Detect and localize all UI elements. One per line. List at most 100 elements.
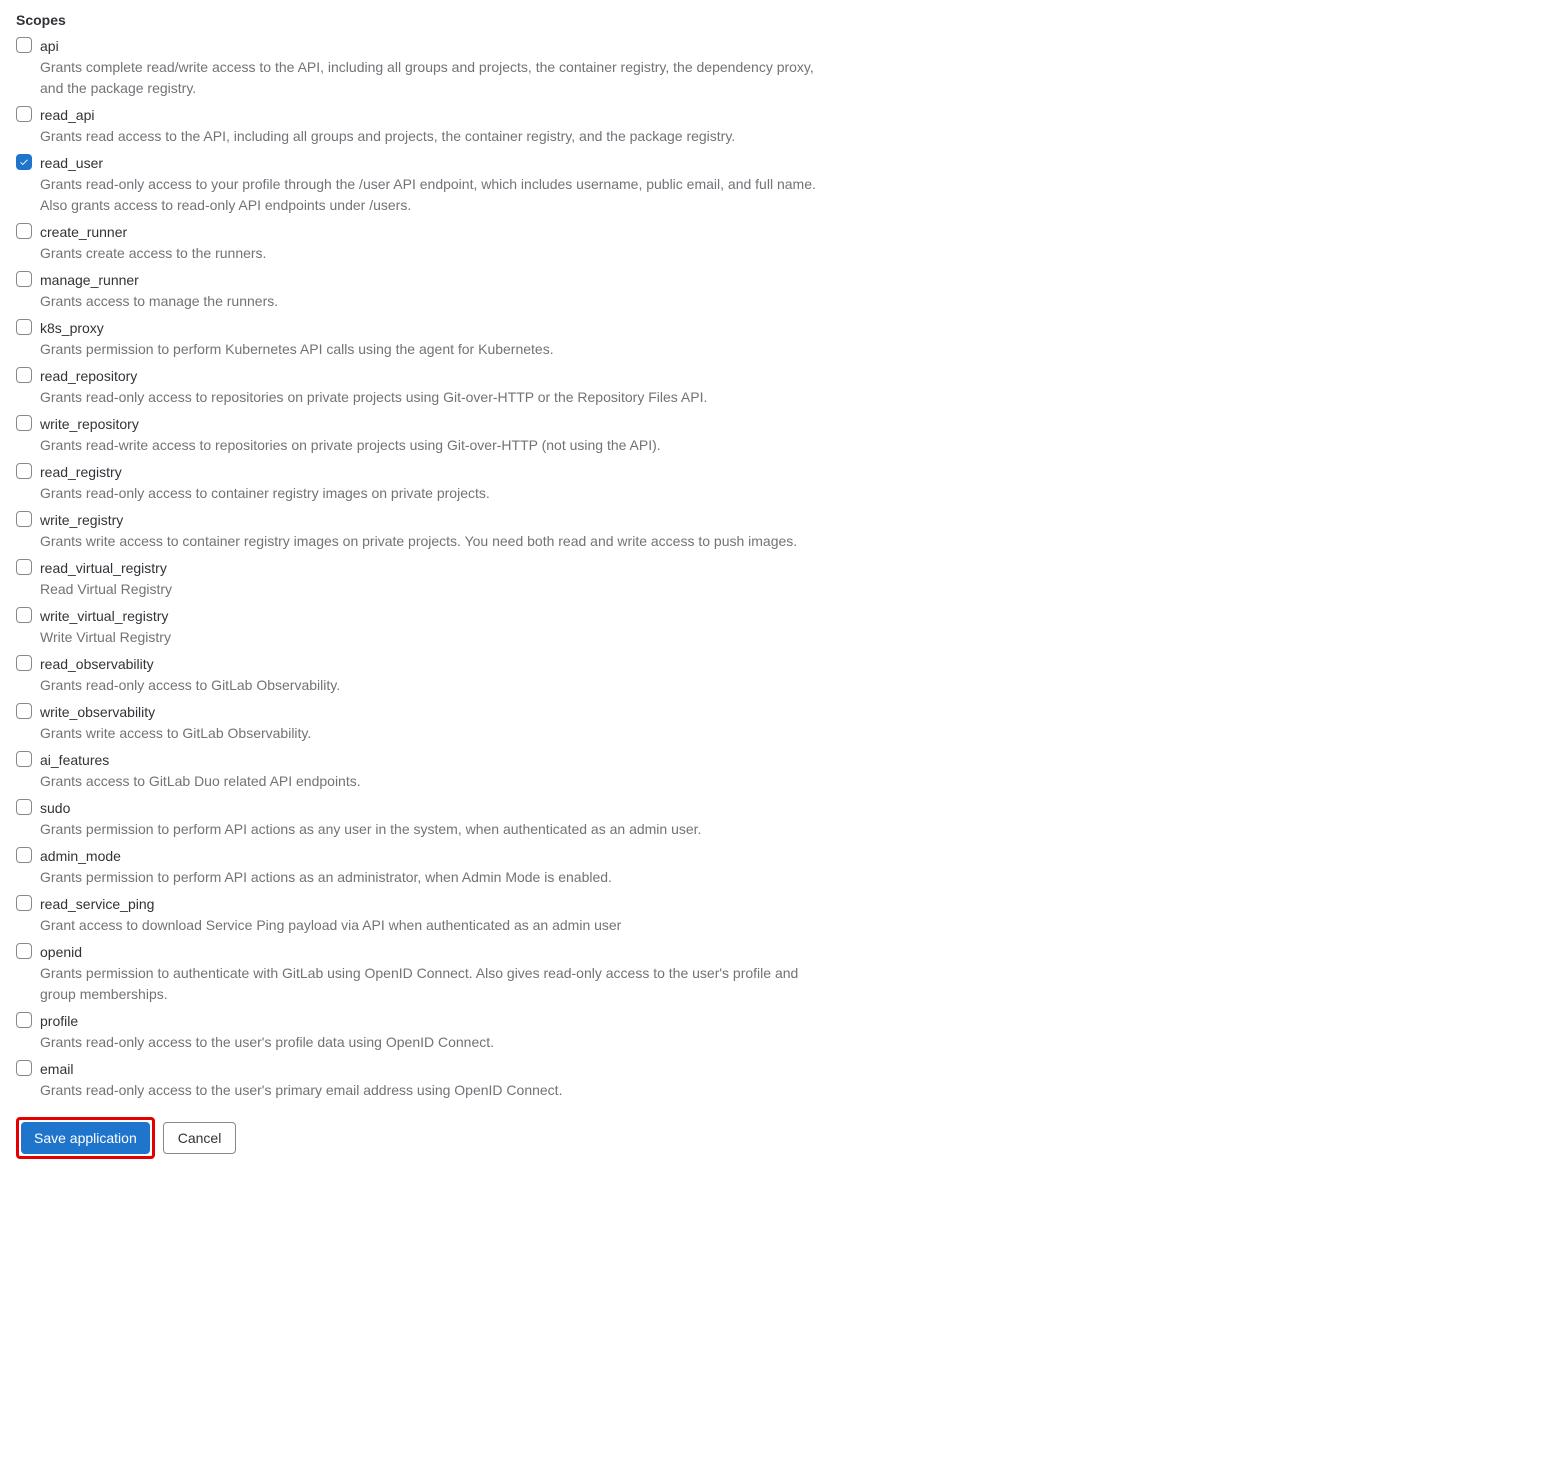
scope-checkbox-k8s_proxy[interactable] <box>16 319 32 335</box>
scope-description: Grants create access to the runners. <box>40 243 836 264</box>
scope-checkbox-write_virtual_registry[interactable] <box>16 607 32 623</box>
scope-name-label[interactable]: manage_runner <box>40 270 836 291</box>
scope-text: read_service_pingGrant access to downloa… <box>40 894 836 936</box>
scope-text: k8s_proxyGrants permission to perform Ku… <box>40 318 836 360</box>
scope-checkbox-ai_features[interactable] <box>16 751 32 767</box>
scope-checkbox-read_registry[interactable] <box>16 463 32 479</box>
scope-item-write_registry: write_registryGrants write access to con… <box>16 510 836 552</box>
scope-item-email: emailGrants read-only access to the user… <box>16 1059 836 1101</box>
cancel-button[interactable]: Cancel <box>163 1122 237 1154</box>
scope-text: write_virtual_registryWrite Virtual Regi… <box>40 606 836 648</box>
scope-checkbox-profile[interactable] <box>16 1012 32 1028</box>
checkbox-wrap <box>16 750 32 770</box>
scope-name-label[interactable]: admin_mode <box>40 846 836 867</box>
scope-name-label[interactable]: sudo <box>40 798 836 819</box>
scope-checkbox-create_runner[interactable] <box>16 223 32 239</box>
checkbox-wrap <box>16 798 32 818</box>
checkbox-wrap <box>16 462 32 482</box>
scope-text: create_runnerGrants create access to the… <box>40 222 836 264</box>
scope-name-label[interactable]: read_user <box>40 153 836 174</box>
scope-item-read_observability: read_observabilityGrants read-only acces… <box>16 654 836 696</box>
scope-description: Grants read-only access to GitLab Observ… <box>40 675 836 696</box>
scope-item-ai_features: ai_featuresGrants access to GitLab Duo r… <box>16 750 836 792</box>
scope-checkbox-write_registry[interactable] <box>16 511 32 527</box>
scope-name-label[interactable]: ai_features <box>40 750 836 771</box>
scopes-list: apiGrants complete read/write access to … <box>16 36 836 1101</box>
scope-description: Grants permission to perform API actions… <box>40 867 836 888</box>
checkbox-wrap <box>16 105 32 125</box>
scope-name-label[interactable]: openid <box>40 942 836 963</box>
scope-checkbox-openid[interactable] <box>16 943 32 959</box>
checkbox-wrap <box>16 153 32 170</box>
scope-item-read_service_ping: read_service_pingGrant access to downloa… <box>16 894 836 936</box>
scope-item-admin_mode: admin_modeGrants permission to perform A… <box>16 846 836 888</box>
scope-item-manage_runner: manage_runnerGrants access to manage the… <box>16 270 836 312</box>
scope-name-label[interactable]: api <box>40 36 836 57</box>
scope-checkbox-email[interactable] <box>16 1060 32 1076</box>
scope-description: Grants access to GitLab Duo related API … <box>40 771 836 792</box>
scope-item-openid: openidGrants permission to authenticate … <box>16 942 836 1005</box>
checkbox-wrap <box>16 702 32 722</box>
checkbox-wrap <box>16 318 32 338</box>
scope-checkbox-admin_mode[interactable] <box>16 847 32 863</box>
scope-checkbox-read_repository[interactable] <box>16 367 32 383</box>
scope-checkbox-read_virtual_registry[interactable] <box>16 559 32 575</box>
scope-text: emailGrants read-only access to the user… <box>40 1059 836 1101</box>
scope-text: manage_runnerGrants access to manage the… <box>40 270 836 312</box>
scope-text: read_registryGrants read-only access to … <box>40 462 836 504</box>
scope-item-write_virtual_registry: write_virtual_registryWrite Virtual Regi… <box>16 606 836 648</box>
checkbox-wrap <box>16 1059 32 1079</box>
scope-checkbox-read_service_ping[interactable] <box>16 895 32 911</box>
scope-item-read_virtual_registry: read_virtual_registryRead Virtual Regist… <box>16 558 836 600</box>
scope-name-label[interactable]: k8s_proxy <box>40 318 836 339</box>
scope-checkbox-sudo[interactable] <box>16 799 32 815</box>
scope-checkbox-write_observability[interactable] <box>16 703 32 719</box>
scope-text: write_observabilityGrants write access t… <box>40 702 836 744</box>
scope-name-label[interactable]: read_observability <box>40 654 836 675</box>
scope-text: write_repositoryGrants read-write access… <box>40 414 836 456</box>
scope-name-label[interactable]: read_virtual_registry <box>40 558 836 579</box>
scope-text: read_repositoryGrants read-only access t… <box>40 366 836 408</box>
checkbox-wrap <box>16 36 32 56</box>
scope-checkbox-read_observability[interactable] <box>16 655 32 671</box>
scope-name-label[interactable]: write_repository <box>40 414 836 435</box>
scope-description: Grants complete read/write access to the… <box>40 57 836 99</box>
scope-checkbox-api[interactable] <box>16 37 32 53</box>
scope-text: read_apiGrants read access to the API, i… <box>40 105 836 147</box>
checkbox-wrap <box>16 558 32 578</box>
scope-item-k8s_proxy: k8s_proxyGrants permission to perform Ku… <box>16 318 836 360</box>
scope-name-label[interactable]: create_runner <box>40 222 836 243</box>
scope-name-label[interactable]: write_registry <box>40 510 836 531</box>
scope-description: Grants read-only access to repositories … <box>40 387 836 408</box>
scope-name-label[interactable]: write_virtual_registry <box>40 606 836 627</box>
scope-text: read_userGrants read-only access to your… <box>40 153 836 216</box>
scope-name-label[interactable]: read_service_ping <box>40 894 836 915</box>
save-application-button[interactable]: Save application <box>21 1122 150 1154</box>
scope-checkbox-read_user[interactable] <box>16 154 32 170</box>
scope-checkbox-write_repository[interactable] <box>16 415 32 431</box>
scope-description: Grants write access to GitLab Observabil… <box>40 723 836 744</box>
scope-name-label[interactable]: write_observability <box>40 702 836 723</box>
scope-text: read_virtual_registryRead Virtual Regist… <box>40 558 836 600</box>
scopes-heading: Scopes <box>16 12 836 28</box>
scope-text: apiGrants complete read/write access to … <box>40 36 836 99</box>
checkbox-wrap <box>16 654 32 674</box>
check-icon <box>19 157 29 167</box>
scope-checkbox-read_api[interactable] <box>16 106 32 122</box>
scope-name-label[interactable]: email <box>40 1059 836 1080</box>
scope-name-label[interactable]: read_registry <box>40 462 836 483</box>
scope-text: openidGrants permission to authenticate … <box>40 942 836 1005</box>
scope-checkbox-manage_runner[interactable] <box>16 271 32 287</box>
scope-name-label[interactable]: read_api <box>40 105 836 126</box>
scope-item-read_repository: read_repositoryGrants read-only access t… <box>16 366 836 408</box>
scope-item-sudo: sudoGrants permission to perform API act… <box>16 798 836 840</box>
save-button-highlight: Save application <box>16 1117 155 1159</box>
scope-text: profileGrants read-only access to the us… <box>40 1011 836 1053</box>
scope-name-label[interactable]: read_repository <box>40 366 836 387</box>
scope-text: ai_featuresGrants access to GitLab Duo r… <box>40 750 836 792</box>
scope-item-read_user: read_userGrants read-only access to your… <box>16 153 836 216</box>
scope-description: Write Virtual Registry <box>40 627 836 648</box>
scope-item-create_runner: create_runnerGrants create access to the… <box>16 222 836 264</box>
scope-name-label[interactable]: profile <box>40 1011 836 1032</box>
checkbox-wrap <box>16 846 32 866</box>
